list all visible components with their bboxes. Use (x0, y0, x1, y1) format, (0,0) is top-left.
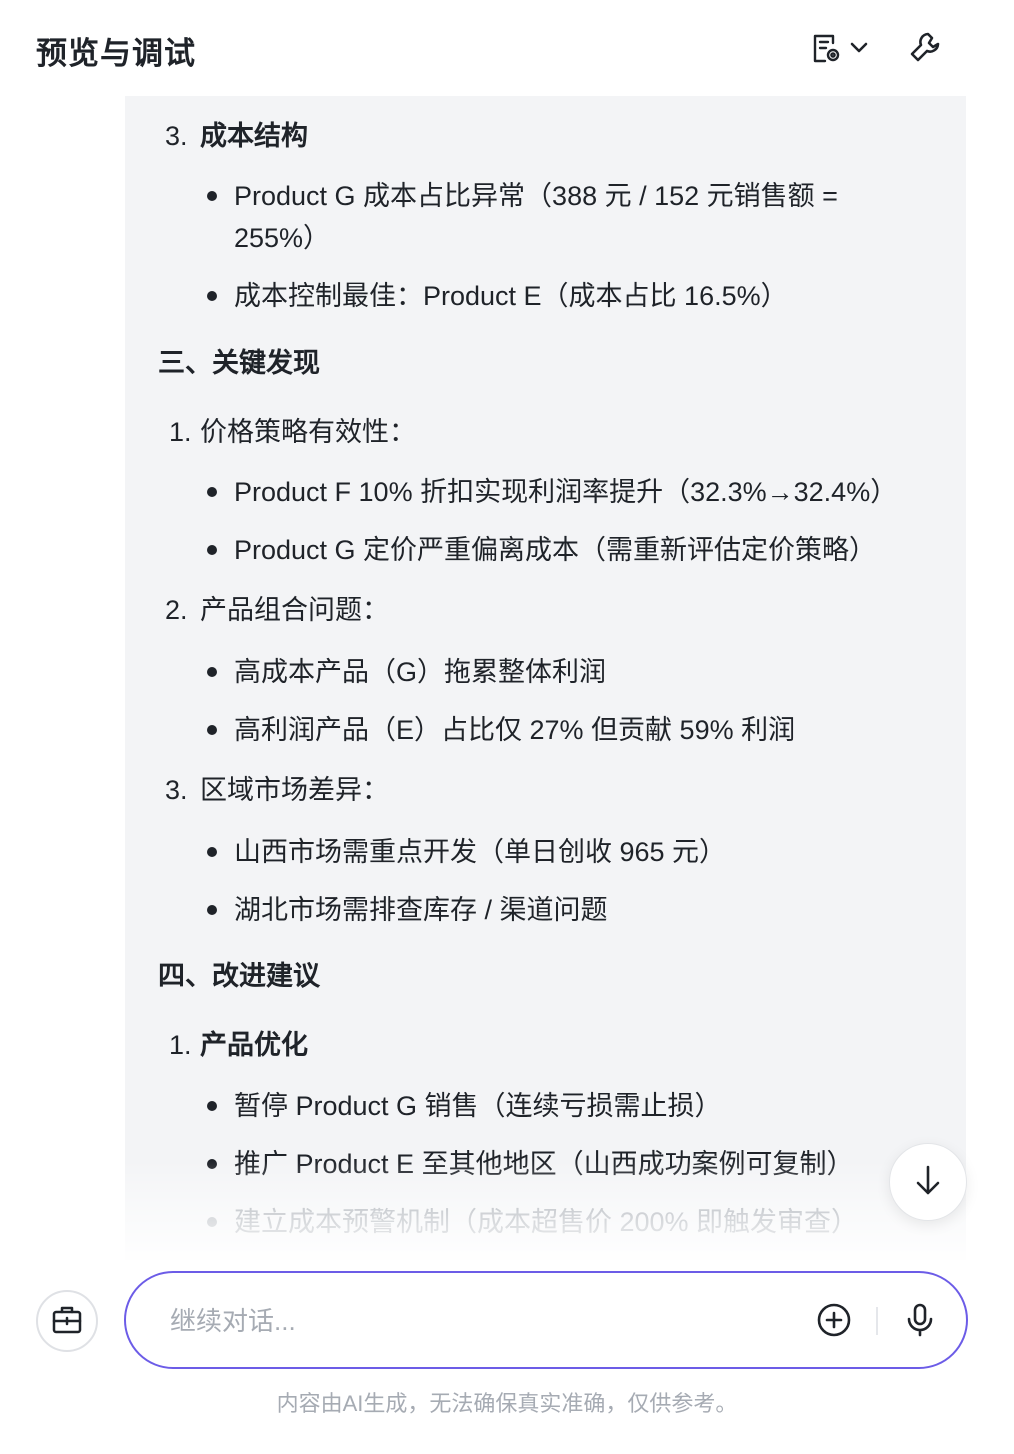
toolbox-icon (50, 1302, 84, 1341)
list-item: 价格策略有效性： (200, 417, 416, 447)
list-item: Product G 定价严重偏离成本（需重新评估定价策略） (234, 535, 877, 565)
arrow-down-icon (913, 1163, 943, 1202)
scroll-to-bottom-button[interactable] (889, 1143, 967, 1221)
chat-message-panel: 3. 成本结构 Product G 成本占比异常（388 元 / 152 元销售额 … (125, 96, 966, 1260)
voice-input-button[interactable] (898, 1300, 942, 1344)
list-item: 推广 Product E 至其他地区（山西成功案例可复制） (234, 1149, 854, 1179)
bullet-dot (207, 1217, 217, 1227)
microphone-icon (905, 1302, 935, 1343)
list-item: 高利润产品（E）占比仅 27% 但贡献 59% 利润 (234, 715, 796, 745)
list-item: 山西市场需重点开发（单日创收 965 元） (234, 837, 727, 867)
list-item: 湖北市场需排查库存 / 渠道问题 (234, 895, 608, 925)
document-settings-dropdown-button[interactable] (806, 30, 874, 70)
chat-input[interactable] (170, 1301, 770, 1341)
add-attachment-button[interactable] (814, 1302, 854, 1342)
bullet-dot (207, 191, 217, 201)
bullet-dot (207, 847, 217, 857)
tools-button[interactable] (904, 28, 948, 72)
list-item: 建立成本预警机制（成本超售价 200% 即触发审查） (234, 1207, 859, 1237)
section-heading: 三、关键发现 (158, 348, 320, 378)
composer-divider (876, 1307, 878, 1335)
list-item: 高成本产品（G）拖累整体利润 (234, 657, 607, 687)
plus-circle-icon (816, 1302, 852, 1343)
bullet-dot (207, 487, 217, 497)
toolbox-button[interactable] (36, 1290, 98, 1352)
bullet-dot (207, 291, 217, 301)
list-number: 1. (169, 417, 192, 447)
ai-disclaimer: 内容由AI生成，无法确保真实准确，仅供参考。 (276, 1391, 738, 1416)
list-item: 成本控制最佳：Product E（成本占比 16.5%） (234, 281, 788, 311)
list-item: Product G 成本占比异常（388 元 / 152 元销售额 = (234, 181, 838, 211)
list-number: 3. (165, 121, 188, 151)
chevron-down-icon (849, 41, 869, 60)
chat-composer (124, 1271, 968, 1369)
list-item: 暂停 Product G 销售（连续亏损需止损） (234, 1091, 722, 1121)
list-item: 产品组合问题： (200, 595, 389, 625)
bullet-dot (207, 545, 217, 555)
document-settings-icon (811, 31, 843, 70)
bullet-dot (207, 1101, 217, 1111)
list-item: 255%） (234, 223, 331, 253)
list-number: 1. (169, 1030, 192, 1060)
list-number: 2. (165, 595, 188, 625)
page-title: 预览与调试 (36, 36, 196, 71)
section-heading: 成本结构 (200, 121, 308, 151)
list-item: Product F 10% 折扣实现利润率提升（32.3%→32.4%） (234, 477, 898, 507)
section-heading: 四、改进建议 (158, 961, 320, 991)
wrench-icon (909, 31, 943, 70)
bullet-dot (207, 1159, 217, 1169)
bullet-dot (207, 667, 217, 677)
list-number: 3. (165, 775, 188, 805)
bullet-dot (207, 725, 217, 735)
bullet-dot (207, 905, 217, 915)
list-item: 区域市场差异： (200, 775, 389, 805)
section-heading: 产品优化 (200, 1030, 308, 1060)
header: 预览与调试 (0, 0, 1014, 96)
